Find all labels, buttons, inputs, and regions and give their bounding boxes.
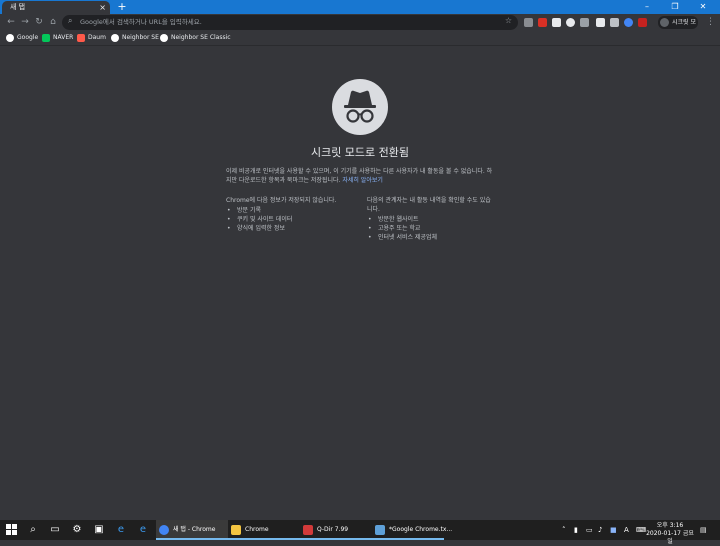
- search-icon: ⌕: [68, 16, 73, 25]
- keyboard-icon[interactable]: ⌨: [636, 525, 646, 535]
- internet-explorer-icon[interactable]: e: [137, 524, 149, 536]
- not-saved-list: Chrome에 다음 정보가 저장되지 않습니다. 방문 기록 쿠키 및 사이트…: [226, 196, 356, 233]
- notification-icon[interactable]: ▤: [700, 525, 707, 535]
- language-indicator[interactable]: A: [624, 525, 629, 535]
- gear-icon[interactable]: ⚙: [71, 524, 83, 536]
- bookmark-item[interactable]: Google: [6, 33, 38, 43]
- store-icon[interactable]: ▣: [93, 524, 105, 536]
- incognito-icon: [660, 18, 669, 27]
- bookmark-item[interactable]: NAVER: [42, 33, 73, 43]
- task-view-icon[interactable]: ▭: [49, 524, 61, 536]
- bookmarks-bar: Google NAVER Daum Neighbor SE Neighbor S…: [0, 31, 720, 46]
- chrome-icon: [159, 525, 169, 535]
- not-saved-heading: Chrome에 다음 정보가 저장되지 않습니다.: [226, 197, 337, 204]
- intro-text: 이제 비공개로 인터넷을 사용할 수 있으며, 이 기기를 사용하는 다른 사용…: [226, 167, 494, 185]
- taskbar-app-label: 새 탭 - Chrome: [173, 526, 216, 533]
- profile-button[interactable]: 시크릿 모드: [658, 16, 698, 39]
- extension-icon[interactable]: [638, 18, 647, 27]
- tab-title: 새 탭: [10, 3, 26, 11]
- tray-app-icon[interactable]: ■: [610, 525, 617, 535]
- maximize-button[interactable]: ❐: [662, 0, 688, 14]
- edge-icon[interactable]: e: [115, 524, 127, 536]
- globe-icon: [160, 33, 168, 42]
- bookmark-item[interactable]: Neighbor SE: [111, 33, 159, 43]
- new-tab-button[interactable]: +: [116, 0, 128, 14]
- search-icon[interactable]: ⌕: [27, 524, 39, 536]
- page-title: 시크릿 모드로 전환됨: [310, 146, 410, 159]
- folder-icon: [231, 525, 241, 535]
- naver-icon: [42, 33, 50, 42]
- google-icon: [6, 33, 14, 42]
- extension-icon[interactable]: [552, 18, 561, 27]
- learn-more-link[interactable]: 자세히 알아보기: [342, 177, 383, 184]
- taskbar-app-label: Chrome: [245, 526, 269, 533]
- visible-to-heading: 다음의 관계자는 내 활동 내역을 확인할 수도 있습니다.: [367, 197, 491, 213]
- back-button[interactable]: ←: [5, 16, 17, 29]
- taskbar-app-chrome-new-tab[interactable]: 새 탭 - Chrome: [156, 520, 228, 540]
- notepad-icon: [375, 525, 385, 535]
- list-item: 쿠키 및 사이트 데이터: [226, 215, 356, 224]
- list-item: 양식에 입력한 정보: [226, 224, 356, 233]
- bookmark-item[interactable]: Neighbor SE Classic: [160, 33, 231, 43]
- taskbar-app-label: Q-Dir 7.99: [317, 526, 349, 533]
- taskbar: ⌕ ▭ ⚙ ▣ e e 새 탭 - Chrome Chrome Q-Dir 7.…: [0, 520, 720, 545]
- daum-icon: [77, 33, 85, 42]
- extension-icon[interactable]: [624, 18, 633, 27]
- home-button[interactable]: ⌂: [47, 16, 59, 29]
- globe-icon: [111, 33, 119, 42]
- taskbar-app-qdir[interactable]: Q-Dir 7.99: [300, 520, 372, 540]
- close-icon[interactable]: ×: [99, 1, 106, 14]
- tab-new-tab[interactable]: 새 탭 ×: [2, 1, 110, 14]
- extension-icon[interactable]: [566, 18, 575, 27]
- title-bar: 새 탭 × + – ❐ ✕: [0, 0, 720, 14]
- list-item: 고용주 또는 학교: [367, 224, 495, 233]
- extension-icon[interactable]: [580, 18, 589, 27]
- bookmark-label: Daum: [88, 34, 106, 41]
- network-icon[interactable]: ▭: [586, 525, 593, 535]
- incognito-icon: [332, 79, 388, 135]
- volume-icon[interactable]: ♪: [598, 525, 602, 535]
- minimize-button[interactable]: –: [634, 0, 660, 14]
- clock-date: 2020-01-17 금요일: [646, 530, 694, 545]
- menu-icon[interactable]: ⋮: [706, 16, 715, 29]
- list-item: 방문 기록: [226, 206, 356, 215]
- windows-start-icon[interactable]: [5, 524, 17, 536]
- bookmark-label: Neighbor SE Classic: [171, 34, 231, 41]
- tray-chevron-up-icon[interactable]: ˄: [562, 525, 566, 535]
- incognito-page: 시크릿 모드로 전환됨 이제 비공개로 인터넷을 사용할 수 있으며, 이 기기…: [0, 46, 720, 520]
- reload-button[interactable]: ↻: [33, 16, 45, 29]
- bookmark-label: Neighbor SE: [122, 34, 159, 41]
- qdir-icon: [303, 525, 313, 535]
- extension-icon[interactable]: [538, 18, 547, 27]
- clock[interactable]: 오후 3:16 2020-01-17 금요일: [646, 522, 694, 546]
- toolbar: ← → ↻ ⌂ ⌕ ☆ 시크릿 모드 ⋮: [0, 14, 720, 39]
- clock-time: 오후 3:16: [656, 522, 684, 529]
- taskbar-app-label: *Google Chrome.tx...: [389, 526, 453, 533]
- bookmark-label: Google: [17, 34, 39, 41]
- address-input[interactable]: [80, 16, 500, 28]
- extension-icon[interactable]: [610, 18, 619, 27]
- omnibox[interactable]: ⌕ ☆: [62, 15, 518, 30]
- star-icon[interactable]: ☆: [505, 16, 512, 25]
- extension-icon[interactable]: [596, 18, 605, 27]
- taskbar-app-notepad[interactable]: *Google Chrome.tx...: [372, 520, 452, 540]
- close-window-button[interactable]: ✕: [690, 0, 716, 14]
- bookmark-item[interactable]: Daum: [77, 33, 106, 43]
- tray-icon[interactable]: ▮: [574, 525, 578, 535]
- forward-button[interactable]: →: [19, 16, 31, 29]
- list-item: 인터넷 서비스 제공업체: [367, 233, 495, 242]
- list-item: 방문한 웹사이트: [367, 215, 495, 224]
- extension-icon[interactable]: [524, 18, 533, 27]
- bookmark-label: NAVER: [53, 34, 74, 41]
- visible-to-list: 다음의 관계자는 내 활동 내역을 확인할 수도 있습니다. 방문한 웹사이트 …: [367, 196, 495, 242]
- taskbar-app-folder[interactable]: Chrome: [228, 520, 300, 540]
